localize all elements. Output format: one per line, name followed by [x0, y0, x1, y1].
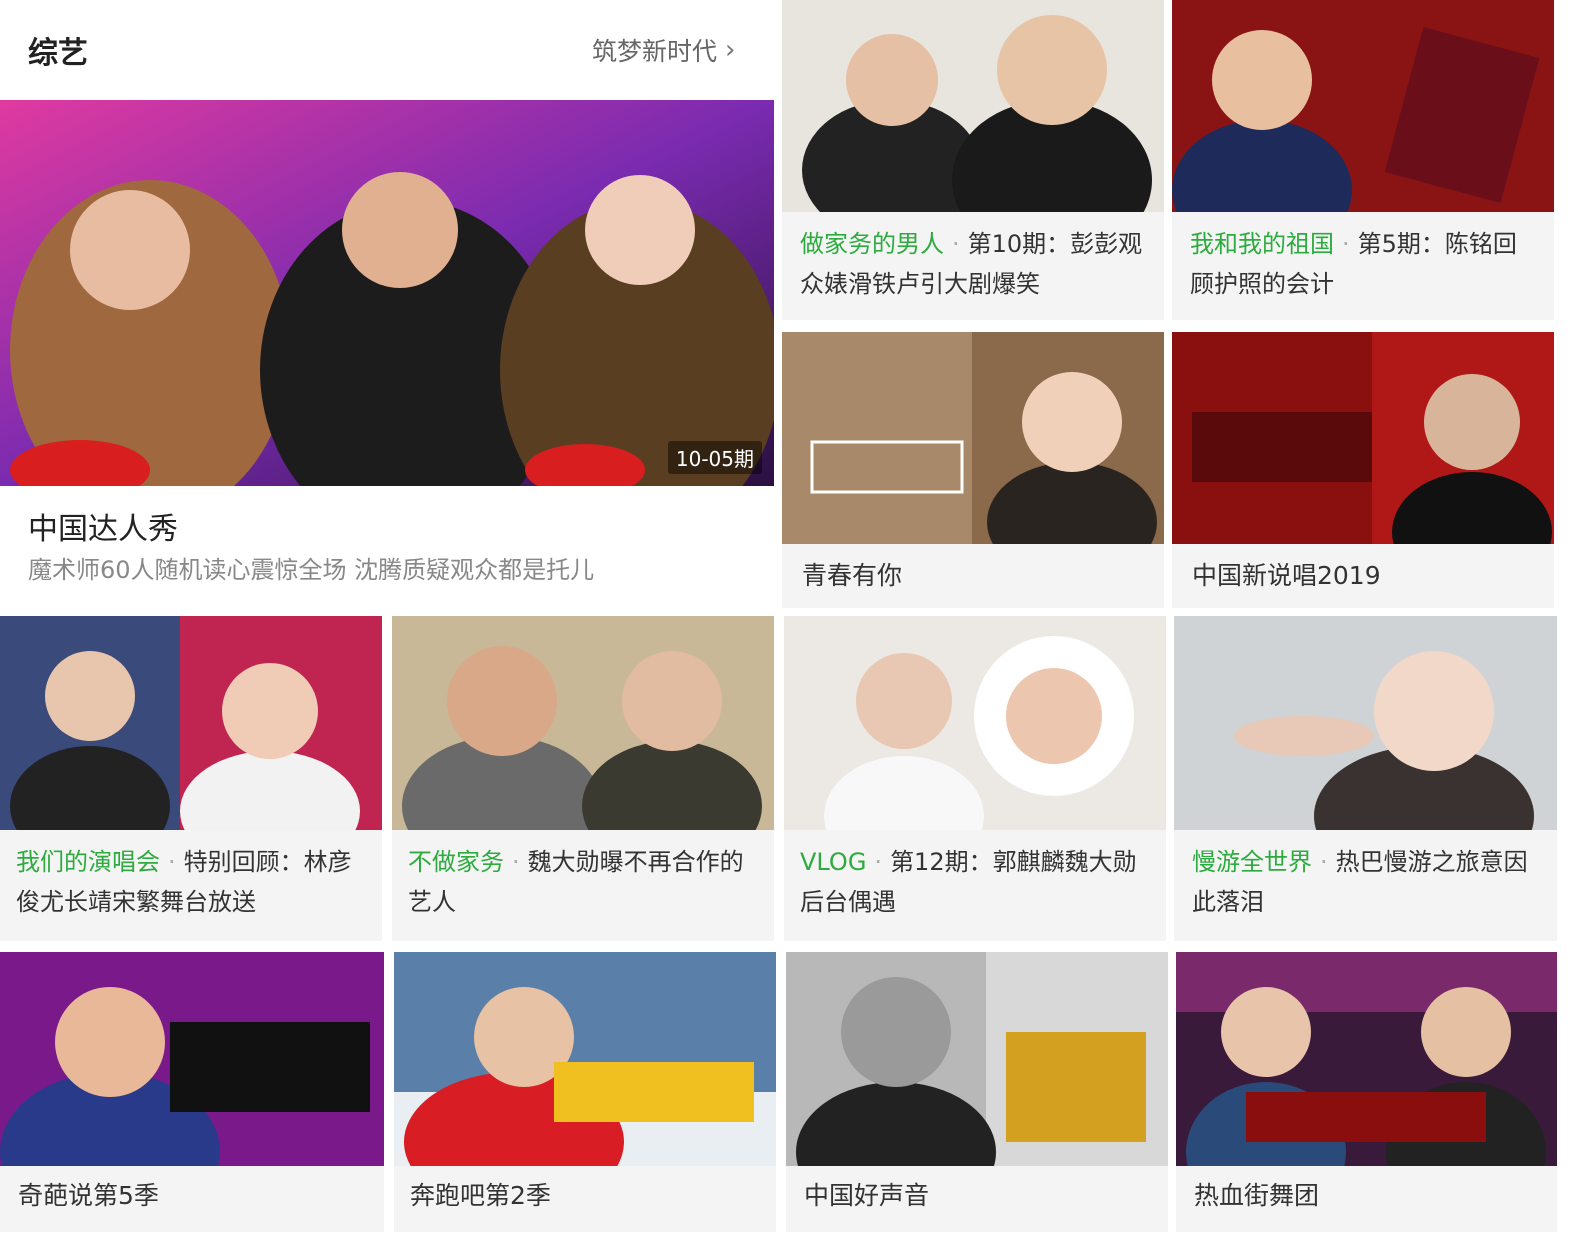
video-card[interactable]: 不做家务 · 魏大勋曝不再合作的艺人	[392, 616, 774, 941]
video-caption[interactable]: 做家务的男人 · 第10期：彭彭观众婊滑铁卢引大剧爆笑	[800, 224, 1146, 304]
more-link[interactable]: 筑梦新时代 ›	[592, 32, 735, 68]
video-caption[interactable]: 不做家务 · 魏大勋曝不再合作的艺人	[408, 842, 758, 922]
video-title[interactable]: 中国好声音	[804, 1176, 1154, 1216]
section-title: 综艺	[28, 36, 88, 71]
video-thumbnail[interactable]	[1172, 0, 1554, 212]
featured-thumbnail[interactable]: 10-05期	[0, 100, 774, 486]
video-card[interactable]: 慢游全世界 · 热巴慢游之旅意因此落泪	[1174, 616, 1557, 941]
episode-badge: 10-05期	[667, 441, 762, 474]
video-thumbnail[interactable]	[784, 616, 1166, 830]
video-caption[interactable]: VLOG · 第12期：郭麒麟魏大勋后台偶遇	[800, 842, 1150, 922]
video-card[interactable]: 我和我的祖国 · 第5期：陈铭回顾护照的会计	[1172, 0, 1554, 320]
video-card[interactable]: 中国新说唱2019	[1172, 332, 1554, 608]
video-title[interactable]: 奔跑吧第2季	[410, 1176, 760, 1216]
video-thumbnail[interactable]	[0, 952, 384, 1166]
featured-title[interactable]: 中国达人秀	[28, 504, 178, 548]
video-thumbnail[interactable]	[1174, 616, 1557, 830]
video-thumbnail[interactable]	[1172, 332, 1554, 544]
video-thumbnail[interactable]	[0, 616, 382, 830]
featured-description[interactable]: 魔术师60人随机读心震惊全场 沈腾质疑观众都是托儿	[28, 550, 594, 585]
video-title[interactable]: 热血街舞团	[1194, 1176, 1544, 1216]
video-thumbnail[interactable]	[1176, 952, 1557, 1166]
show-tag[interactable]: 慢游全世界	[1192, 848, 1312, 876]
video-card[interactable]: 奔跑吧第2季	[394, 952, 776, 1232]
video-thumbnail[interactable]	[786, 952, 1168, 1166]
featured-card[interactable]: 10-05期 中国达人秀 魔术师60人随机读心震惊全场 沈腾质疑观众都是托儿	[0, 100, 774, 620]
video-card[interactable]: 热血街舞团	[1176, 952, 1557, 1232]
video-title[interactable]: 中国新说唱2019	[1192, 556, 1538, 596]
video-title[interactable]: 奇葩说第5季	[18, 1176, 368, 1216]
video-caption[interactable]: 我们的演唱会 · 特别回顾：林彦俊尤长靖宋繁舞台放送	[16, 842, 366, 922]
show-tag[interactable]: VLOG	[800, 848, 866, 876]
video-card[interactable]: 做家务的男人 · 第10期：彭彭观众婊滑铁卢引大剧爆笑	[782, 0, 1164, 320]
video-thumbnail[interactable]	[782, 332, 1164, 544]
video-card[interactable]: 中国好声音	[786, 952, 1168, 1232]
show-tag[interactable]: 我和我的祖国	[1190, 230, 1334, 258]
video-caption[interactable]: 慢游全世界 · 热巴慢游之旅意因此落泪	[1192, 842, 1542, 922]
more-label: 筑梦新时代	[592, 37, 718, 66]
video-thumbnail[interactable]	[394, 952, 776, 1166]
video-card[interactable]: 奇葩说第5季	[0, 952, 384, 1232]
video-thumbnail[interactable]	[782, 0, 1164, 212]
show-tag[interactable]: 做家务的男人	[800, 230, 944, 258]
chevron-right-icon: ›	[725, 35, 736, 65]
show-tag[interactable]: 我们的演唱会	[16, 848, 160, 876]
video-card[interactable]: 我们的演唱会 · 特别回顾：林彦俊尤长靖宋繁舞台放送	[0, 616, 382, 941]
video-thumbnail[interactable]	[392, 616, 774, 830]
video-title[interactable]: 青春有你	[802, 556, 1148, 596]
video-card[interactable]: VLOG · 第12期：郭麒麟魏大勋后台偶遇	[784, 616, 1166, 941]
video-card[interactable]: 青春有你	[782, 332, 1164, 608]
video-caption[interactable]: 我和我的祖国 · 第5期：陈铭回顾护照的会计	[1190, 224, 1536, 304]
show-tag[interactable]: 不做家务	[408, 848, 504, 876]
